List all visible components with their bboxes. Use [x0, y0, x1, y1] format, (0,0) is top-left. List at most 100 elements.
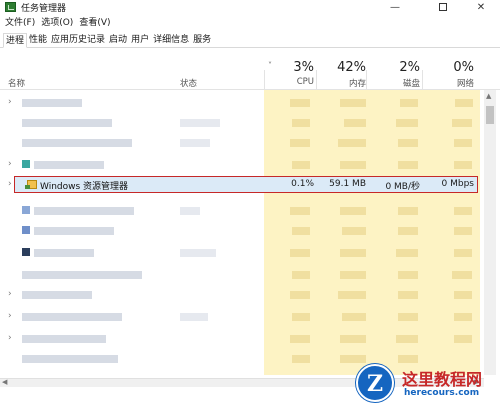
blurred-value [454, 161, 472, 169]
blurred-value [340, 249, 366, 257]
column-divider [264, 70, 265, 90]
title-bar: 任务管理器 — ✕ [0, 0, 500, 14]
blurred-name [34, 161, 104, 169]
blurred-value [290, 207, 310, 215]
scroll-left-icon[interactable]: ◀ [2, 378, 7, 386]
menu-view[interactable]: 查看(V) [79, 16, 110, 30]
blurred-status [180, 119, 220, 127]
blurred-name [22, 271, 142, 279]
column-status[interactable]: 状态 [180, 77, 197, 89]
table-row[interactable]: › [0, 310, 484, 322]
table-row[interactable] [0, 204, 484, 216]
blurred-value [292, 227, 310, 235]
blurred-status [180, 139, 210, 147]
blurred-value [292, 161, 310, 169]
process-memory: 59.1 MB [329, 179, 366, 189]
disk-percent[interactable]: 2% [368, 60, 420, 75]
expand-chevron-icon[interactable]: › [8, 288, 12, 300]
table-row[interactable] [0, 116, 484, 128]
tab-services[interactable]: 服务 [191, 33, 213, 47]
blurred-name [22, 291, 92, 299]
blurred-value [290, 99, 310, 107]
blurred-value [398, 139, 418, 147]
blurred-value [342, 313, 366, 321]
column-name[interactable]: 名称 [8, 77, 25, 89]
blurred-value [338, 139, 366, 147]
blurred-value [292, 355, 310, 363]
table-row[interactable]: › [0, 288, 484, 300]
blurred-status [180, 313, 208, 321]
tab-users[interactable]: 用户 [129, 33, 151, 47]
blurred-value [290, 139, 310, 147]
column-network[interactable]: 网络 [424, 77, 474, 89]
expand-chevron-icon[interactable]: › [8, 158, 12, 170]
blurred-value [398, 313, 418, 321]
tab-processes[interactable]: 进程 [3, 33, 28, 48]
table-row[interactable] [0, 136, 484, 148]
process-icon [22, 206, 30, 214]
blurred-value [398, 161, 418, 169]
task-manager-icon [5, 2, 16, 12]
column-divider [422, 70, 423, 90]
minimize-button[interactable]: — [380, 0, 410, 14]
memory-percent[interactable]: 42% [318, 60, 366, 75]
table-row[interactable]: › [0, 332, 484, 344]
tab-details[interactable]: 详细信息 [151, 33, 191, 47]
blurred-value [340, 271, 366, 279]
process-cpu: 0.1% [291, 179, 314, 189]
blurred-name [22, 335, 106, 343]
process-icon [22, 226, 30, 234]
blurred-value [454, 313, 472, 321]
network-percent[interactable]: 0% [424, 60, 474, 75]
watermark-logo: Z 这里教程网 herecours.com [350, 360, 500, 405]
blurred-value [398, 271, 418, 279]
watermark-letter: Z [366, 371, 384, 397]
column-memory[interactable]: 内存 [318, 77, 366, 89]
table-row[interactable]: › [0, 158, 484, 170]
table-row[interactable] [0, 268, 484, 280]
column-divider [316, 70, 317, 90]
vertical-scrollbar[interactable] [484, 90, 496, 375]
file-explorer-icon [25, 180, 37, 189]
blurred-value [454, 139, 472, 147]
expand-chevron-icon[interactable]: › [8, 332, 12, 344]
table-row[interactable] [0, 246, 484, 258]
scroll-up-icon[interactable]: ▲ [486, 92, 491, 100]
column-cpu[interactable]: CPU [270, 77, 314, 87]
table-row[interactable]: › [0, 96, 484, 108]
blurred-value [342, 227, 366, 235]
watermark-url: herecours.com [404, 388, 480, 398]
blurred-name [22, 119, 112, 127]
blurred-value [340, 207, 366, 215]
blurred-value [292, 313, 310, 321]
menu-file[interactable]: 文件(F) [5, 16, 35, 30]
column-disk[interactable]: 磁盘 [368, 77, 420, 89]
blurred-name [22, 313, 122, 321]
tab-startup[interactable]: 启动 [107, 33, 129, 47]
tab-app-history[interactable]: 应用历史记录 [49, 33, 107, 47]
blurred-value [452, 271, 472, 279]
blurred-value [454, 249, 472, 257]
blurred-value [454, 207, 472, 215]
blurred-name [22, 355, 118, 363]
menu-bar: 文件(F) 选项(O) 查看(V) [0, 16, 500, 30]
maximize-icon [439, 3, 447, 11]
scrollbar-thumb[interactable] [486, 106, 494, 124]
window-title: 任务管理器 [21, 4, 67, 14]
expand-chevron-icon[interactable]: › [8, 96, 12, 108]
blurred-value [452, 119, 472, 127]
blurred-value [290, 291, 310, 299]
maximize-button[interactable] [428, 0, 458, 14]
expand-chevron-icon[interactable]: › [8, 310, 12, 322]
menu-options[interactable]: 选项(O) [41, 16, 73, 30]
process-icon [22, 248, 30, 256]
close-button[interactable]: ✕ [466, 0, 496, 14]
tab-performance[interactable]: 性能 [27, 33, 49, 47]
cpu-percent[interactable]: 3% [270, 60, 314, 75]
blurred-value [344, 119, 366, 127]
table-row[interactable] [0, 224, 484, 236]
blurred-value [290, 335, 310, 343]
expand-chevron-icon[interactable]: › [8, 178, 12, 190]
process-icon [22, 160, 30, 168]
process-disk: 0 MB/秒 [385, 182, 420, 192]
